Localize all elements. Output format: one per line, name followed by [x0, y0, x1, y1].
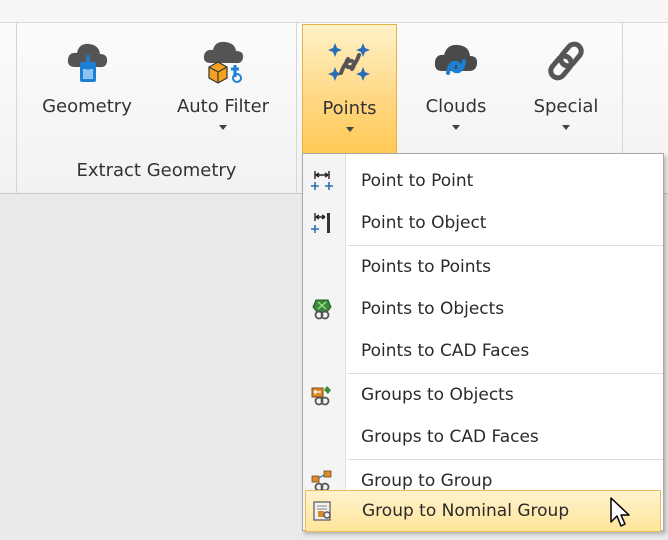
window-top-strip	[0, 0, 668, 22]
chain-link-icon	[548, 41, 584, 81]
points-dropdown-arrow	[345, 127, 354, 132]
auto-filter-label: Auto Filter	[176, 96, 270, 117]
special-button[interactable]: Special	[516, 23, 616, 153]
points-dropdown-menu: Point to Point Point to Object Points to…	[302, 153, 664, 532]
special-label: Special	[533, 96, 599, 117]
menu-item-points-to-cad-faces[interactable]: Points to CAD Faces	[303, 330, 661, 372]
clouds-button[interactable]: Clouds	[408, 23, 504, 153]
special-dropdown-arrow	[562, 125, 570, 130]
geometry-label: Geometry	[42, 96, 132, 117]
group-to-group-icon	[311, 470, 332, 492]
menu-item-groups-to-cad-faces[interactable]: Groups to CAD Faces	[303, 416, 661, 458]
cloud-link-icon	[434, 44, 478, 75]
menu-item-label: Points to CAD Faces	[361, 341, 530, 361]
points-label: Points	[322, 98, 377, 119]
cloud-download-icon	[67, 43, 108, 82]
menu-item-label: Point to Point	[361, 171, 474, 191]
menu-item-point-to-point[interactable]: Point to Point	[303, 160, 661, 202]
menu-item-point-to-object[interactable]: Point to Object	[303, 202, 661, 244]
menu-item-groups-to-objects[interactable]: Groups to Objects	[303, 374, 661, 416]
menu-item-label: Points to Points	[361, 257, 492, 277]
clouds-dropdown-arrow	[452, 125, 460, 130]
points-link-icon	[327, 43, 370, 81]
point-to-point-icon	[311, 171, 333, 190]
clouds-label: Clouds	[425, 96, 487, 117]
menu-item-group-to-nominal-group[interactable]: Group to Nominal Group	[305, 490, 661, 532]
geometry-button[interactable]: Geometry	[30, 23, 144, 153]
menu-item-label: Group to Nominal Group	[362, 501, 570, 521]
menu-item-points-to-points[interactable]: Points to Points	[303, 246, 661, 288]
menu-item-label: Groups to CAD Faces	[361, 427, 539, 447]
ribbon-group-divider	[296, 23, 297, 193]
menu-item-label: Points to Objects	[361, 299, 505, 319]
auto-filter-button[interactable]: Auto Filter	[160, 23, 286, 153]
points-button[interactable]: Points	[302, 24, 397, 154]
group-to-nominal-group-icon	[313, 501, 331, 521]
points-to-objects-icon	[312, 299, 332, 320]
menu-item-label: Point to Object	[361, 213, 487, 233]
auto-filter-dropdown-arrow	[219, 125, 227, 130]
point-to-object-icon	[311, 213, 330, 233]
menu-item-points-to-objects[interactable]: Points to Objects	[303, 288, 661, 330]
cloud-cube-filter-icon	[203, 41, 244, 84]
mouse-cursor-icon	[610, 497, 630, 527]
ribbon-group-label: Extract Geometry	[76, 160, 237, 181]
groups-to-objects-icon	[311, 386, 331, 406]
menu-item-label: Groups to Objects	[361, 385, 514, 405]
